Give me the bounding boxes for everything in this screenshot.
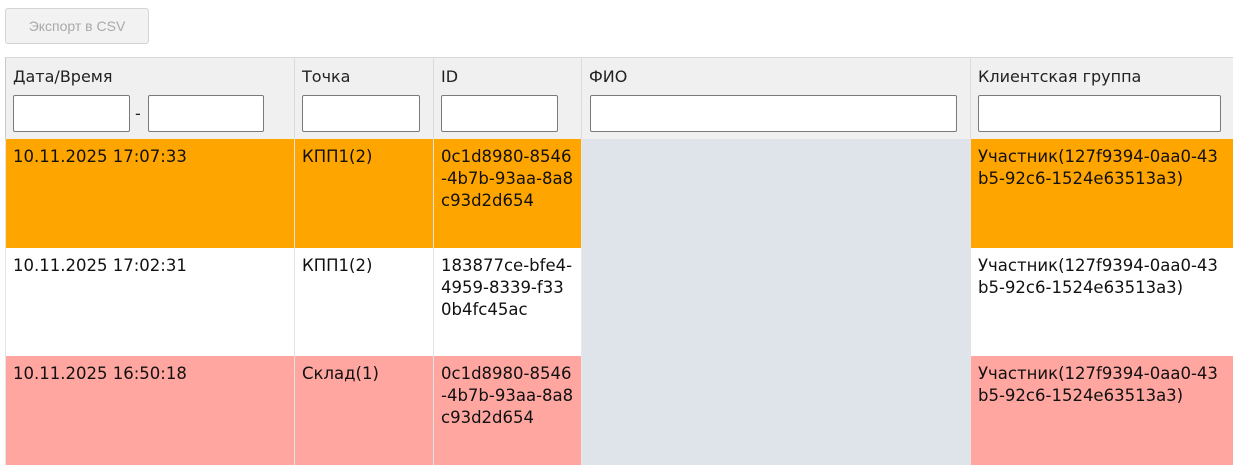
header-datetime: Дата/Время -	[5, 58, 294, 139]
cell-point: КПП1(2)	[294, 248, 433, 356]
header-client-group-label: Клиентская группа	[978, 67, 1142, 86]
cell-id: 0c1d8980-8546-4b7b-93aa-8a8c93d2d654	[433, 356, 581, 465]
cell-client-group: Участник(127f9394-0aa0-43b5-92c6-1524e63…	[970, 139, 1233, 248]
cell-datetime: 10.11.2025 17:02:31	[5, 248, 294, 356]
export-csv-button[interactable]: Экспорт в CSV	[5, 8, 149, 44]
toolbar: Экспорт в CSV	[5, 8, 149, 44]
date-range-separator: -	[135, 104, 141, 123]
header-point-label: Точка	[302, 67, 351, 86]
table-header: Дата/Время - Точка ID ФИО Клиентская гру…	[5, 57, 1233, 139]
client-group-filter-input[interactable]	[978, 95, 1221, 132]
cell-id: 0c1d8980-8546-4b7b-93aa-8a8c93d2d654	[433, 139, 581, 248]
header-datetime-label: Дата/Время	[13, 67, 113, 86]
cell-point: КПП1(2)	[294, 139, 433, 248]
header-point: Точка	[294, 58, 433, 139]
date-to-filter-input[interactable]	[148, 95, 264, 132]
cell-datetime: 10.11.2025 16:50:18	[5, 356, 294, 465]
cell-client-group: Участник(127f9394-0aa0-43b5-92c6-1524e63…	[970, 356, 1233, 465]
date-from-filter-input[interactable]	[13, 95, 130, 132]
point-filter-input[interactable]	[302, 95, 420, 132]
header-fio-label: ФИО	[589, 67, 628, 86]
cell-fio	[581, 139, 970, 248]
header-id: ID	[433, 58, 581, 139]
table-row[interactable]: 10.11.2025 16:50:18 Склад(1) 0c1d8980-85…	[5, 356, 1233, 465]
cell-datetime: 10.11.2025 17:07:33	[5, 139, 294, 248]
header-id-label: ID	[441, 67, 459, 86]
header-fio: ФИО	[581, 58, 970, 139]
fio-filter-input[interactable]	[590, 95, 957, 132]
id-filter-input[interactable]	[441, 95, 558, 132]
header-client-group: Клиентская группа	[970, 58, 1233, 139]
cell-fio	[581, 356, 970, 465]
table-row[interactable]: 10.11.2025 17:02:31 КПП1(2) 183877ce-bfe…	[5, 248, 1233, 356]
cell-client-group: Участник(127f9394-0aa0-43b5-92c6-1524e63…	[970, 248, 1233, 356]
cell-point: Склад(1)	[294, 356, 433, 465]
cell-fio	[581, 248, 970, 356]
cell-id: 183877ce-bfe4-4959-8339-f330b4fc45ac	[433, 248, 581, 356]
table-row[interactable]: 10.11.2025 17:07:33 КПП1(2) 0c1d8980-854…	[5, 139, 1233, 248]
events-table: Дата/Время - Точка ID ФИО Клиентская гру…	[5, 57, 1233, 465]
